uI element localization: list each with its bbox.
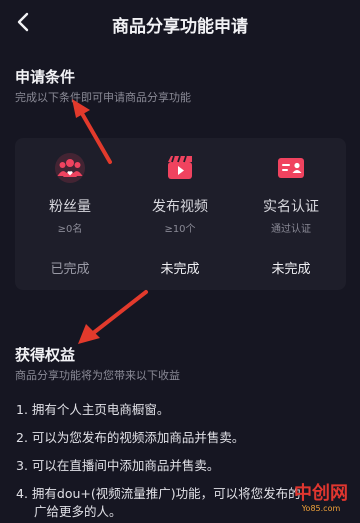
benefits-subtitle: 商品分享功能将为您带来以下收益 (15, 369, 180, 382)
benefits-title: 获得权益 (15, 346, 76, 364)
conditions-subtitle: 完成以下条件即可申请商品分享功能 (15, 91, 191, 104)
benefit-item: 1. 拥有个人主页电商橱窗。 (16, 402, 170, 417)
benefit-item: 2. 可以为您发布的视频添加商品并售卖。 (16, 430, 245, 445)
benefit-item: 4. 拥有dou+(视频流量推广)功能，可以将您发布的 (16, 486, 301, 501)
id-card-icon (278, 158, 304, 178)
top-bar: 商品分享功能申请 (0, 0, 360, 44)
condition-status: 未完成 (160, 262, 200, 277)
condition-realname[interactable]: 实名认证 通过认证 未完成 (236, 138, 346, 290)
condition-requirement: ≥10个 (164, 224, 196, 235)
condition-fans[interactable]: 粉丝量 ≥0名 已完成 (15, 138, 125, 290)
watermark-logo: 中创网 Yo85.com (294, 482, 348, 513)
conditions-title: 申请条件 (15, 68, 76, 86)
page-title: 商品分享功能申请 (112, 17, 248, 37)
benefit-item: 3. 可以在直播间中添加商品并售卖。 (16, 458, 220, 473)
conditions-card: 粉丝量 ≥0名 已完成 发布视频 ≥10个 未完成 实名认证 通过认证 未完成 (15, 138, 346, 290)
condition-video[interactable]: 发布视频 ≥10个 未完成 (125, 138, 235, 290)
fans-icon (55, 153, 85, 183)
svg-text:Yo85.com: Yo85.com (301, 504, 341, 513)
condition-name: 粉丝量 (49, 199, 91, 215)
video-clapper-icon (168, 155, 192, 179)
annotation-arrow-icon (78, 290, 148, 344)
condition-requirement: 通过认证 (271, 224, 311, 235)
svg-text:中创网: 中创网 (294, 482, 348, 504)
condition-name: 实名认证 (263, 199, 319, 215)
condition-status: 未完成 (271, 262, 311, 277)
condition-name: 发布视频 (152, 199, 208, 215)
condition-status: 已完成 (50, 262, 90, 277)
benefit-item: 广给更多的人。 (34, 504, 122, 519)
condition-requirement: ≥0名 (57, 224, 83, 235)
